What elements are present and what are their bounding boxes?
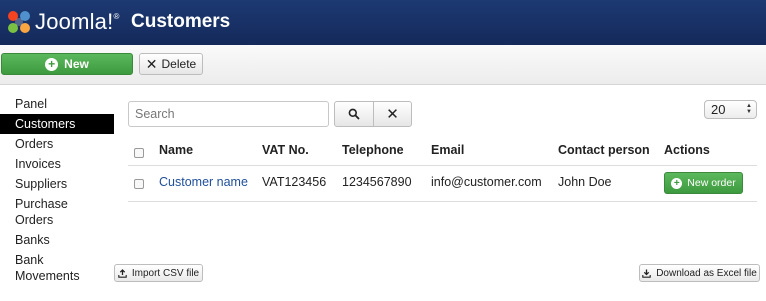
search-icon [348,108,360,120]
sidebar-item-customers[interactable]: Customers [0,114,114,134]
column-header-actions: Actions [664,143,710,157]
download-icon [642,269,651,278]
search-input[interactable] [128,101,329,127]
new-order-button[interactable]: + New order [664,172,743,194]
sidebar-item-bank-movements[interactable]: Bank Movements [0,250,80,286]
sidebar-item-banks[interactable]: Banks [0,230,114,250]
logo-text: Joomla!® [35,9,120,34]
page-title: Customers [131,11,231,32]
x-icon: ✕ [386,106,399,123]
column-header-contact[interactable]: Contact person [558,143,650,157]
sidebar-item-invoices[interactable]: Invoices [0,154,114,174]
new-order-label: New order [687,177,736,189]
vat-cell: VAT123456 [262,175,327,189]
email-cell: info@customer.com [431,175,542,189]
select-all-checkbox[interactable] [134,148,144,158]
joomla-logo[interactable]: Joomla!® [6,7,120,37]
clear-search-button[interactable]: ✕ [373,101,412,127]
table-header: Name VAT No. Telephone Email Contact per… [128,139,757,166]
column-header-name[interactable]: Name [159,143,193,157]
new-button[interactable]: + New [1,53,133,75]
delete-button[interactable]: ✕ Delete [139,53,203,75]
updown-arrows-icon: ▲ ▼ [746,103,752,115]
toolbar: + New ✕ Delete [0,45,766,85]
download-excel-button[interactable]: Download as Excel file [639,264,760,282]
row-checkbox[interactable] [134,179,144,189]
contact-cell: John Doe [558,175,612,189]
customers-table: Name VAT No. Telephone Email Contact per… [128,139,757,202]
sidebar: Panel Customers Orders Invoices Supplier… [0,94,114,286]
search-button[interactable] [334,101,374,127]
list-limit-select[interactable]: 20 ▲ ▼ [704,100,757,119]
column-header-email[interactable]: Email [431,143,464,157]
plus-circle-icon: + [45,57,59,71]
table-row: Customer name VAT123456 1234567890 info@… [128,166,757,202]
column-header-vat[interactable]: VAT No. [262,143,309,157]
new-button-label: New [64,57,89,71]
delete-button-label: Delete [161,57,197,71]
download-excel-label: Download as Excel file [656,267,757,279]
sidebar-item-panel[interactable]: Panel [0,94,114,114]
import-csv-button[interactable]: Import CSV file [114,264,203,282]
upload-icon [118,268,127,278]
plus-circle-icon: + [671,177,683,189]
sidebar-item-suppliers[interactable]: Suppliers [0,174,114,194]
app-header: Joomla!® Customers [0,0,766,45]
list-limit-value: 20 [711,102,726,117]
sidebar-item-orders[interactable]: Orders [0,134,114,154]
joomla-logo-icon [6,9,32,35]
column-header-telephone[interactable]: Telephone [342,143,404,157]
telephone-cell: 1234567890 [342,175,412,189]
customer-name-link[interactable]: Customer name [159,175,248,189]
x-icon: ✕ [145,55,158,72]
import-csv-label: Import CSV file [131,267,200,279]
sidebar-item-purchase-orders[interactable]: Purchase Orders [0,194,80,230]
